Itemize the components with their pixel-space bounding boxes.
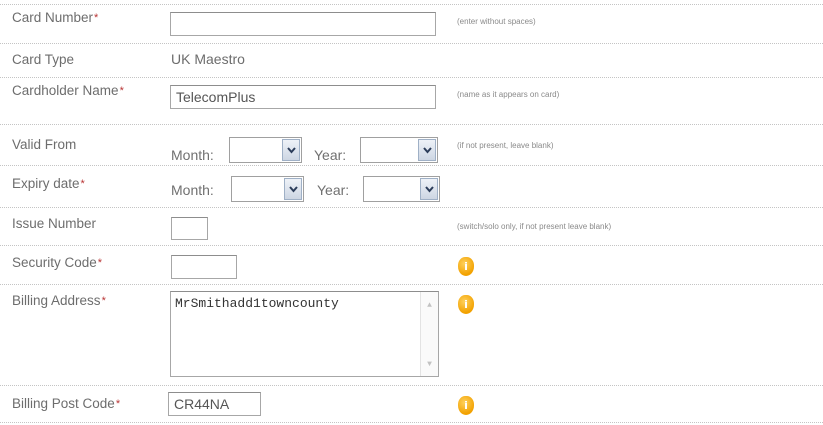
billing-address-text: MrSmithadd1towncounty <box>175 296 339 311</box>
info-icon[interactable]: i <box>458 257 474 276</box>
issue-number-hint: (switch/solo only, if not present leave … <box>457 222 612 231</box>
expiry-year-select[interactable] <box>363 176 440 202</box>
scroll-up-arrow-icon[interactable]: ▲ <box>421 301 438 311</box>
security-code-label-text: Security Code <box>12 255 97 270</box>
textarea-scrollbar[interactable]: ▲ ▼ <box>420 292 438 376</box>
card-number-label: Card Number* <box>12 10 98 26</box>
billing-post-code-label-text: Billing Post Code <box>12 396 115 411</box>
required-marker: * <box>115 398 121 410</box>
required-marker: * <box>94 12 99 24</box>
billing-post-code-label: Billing Post Code* <box>12 396 120 412</box>
issue-number-label: Issue Number <box>12 216 97 231</box>
card-number-label-text: Card Number <box>12 10 94 25</box>
chevron-down-icon[interactable] <box>282 139 300 161</box>
chevron-down-icon[interactable] <box>418 139 436 161</box>
expiry-month-label: Month: <box>171 182 214 198</box>
row-divider <box>0 43 823 44</box>
card-number-input[interactable] <box>170 12 436 36</box>
row-divider <box>0 165 823 166</box>
security-code-input[interactable] <box>171 255 237 279</box>
issue-number-input[interactable] <box>171 217 208 240</box>
expiry-date-label: Expiry date* <box>12 176 85 192</box>
billing-address-textarea[interactable]: MrSmithadd1towncounty ▲ ▼ <box>170 291 439 377</box>
row-divider <box>0 207 823 208</box>
cardholder-name-input[interactable]: TelecomPlus <box>170 85 436 109</box>
required-marker: * <box>80 178 85 190</box>
cardholder-name-hint: (name as it appears on card) <box>457 90 560 99</box>
row-divider <box>0 422 823 423</box>
valid-from-year-label: Year: <box>314 147 347 163</box>
security-code-label: Security Code* <box>12 255 102 271</box>
row-divider <box>0 385 823 386</box>
info-icon[interactable]: i <box>458 295 474 314</box>
required-marker: * <box>101 295 106 307</box>
billing-address-label: Billing Address* <box>12 293 106 309</box>
card-number-hint: (enter without spaces) <box>457 17 536 26</box>
row-divider <box>0 245 823 246</box>
cardholder-name-label-text: Cardholder Name <box>12 83 119 98</box>
scroll-down-arrow-icon[interactable]: ▼ <box>421 360 438 370</box>
row-divider <box>0 284 823 285</box>
row-divider <box>0 77 823 78</box>
valid-from-label: Valid From <box>12 137 77 152</box>
valid-from-year-select[interactable] <box>360 137 438 163</box>
billing-post-code-input[interactable]: CR44NA <box>168 392 261 416</box>
card-type-value: UK Maestro <box>171 51 245 67</box>
chevron-down-icon[interactable] <box>420 178 438 200</box>
valid-from-month-label: Month: <box>171 147 214 163</box>
required-marker: * <box>119 85 124 97</box>
card-type-label: Card Type <box>12 52 75 67</box>
expiry-year-label: Year: <box>317 182 350 198</box>
row-divider <box>0 124 823 125</box>
valid-from-hint: (if not present, leave blank) <box>457 141 554 150</box>
cardholder-name-label: Cardholder Name* <box>12 83 132 99</box>
billing-address-label-text: Billing Address <box>12 293 101 308</box>
chevron-down-icon[interactable] <box>284 178 302 200</box>
expiry-month-select[interactable] <box>231 176 304 202</box>
valid-from-month-select[interactable] <box>229 137 302 163</box>
required-marker: * <box>97 257 103 269</box>
expiry-date-label-text: Expiry date <box>12 176 80 191</box>
info-icon[interactable]: i <box>458 396 474 415</box>
row-divider <box>0 4 823 5</box>
